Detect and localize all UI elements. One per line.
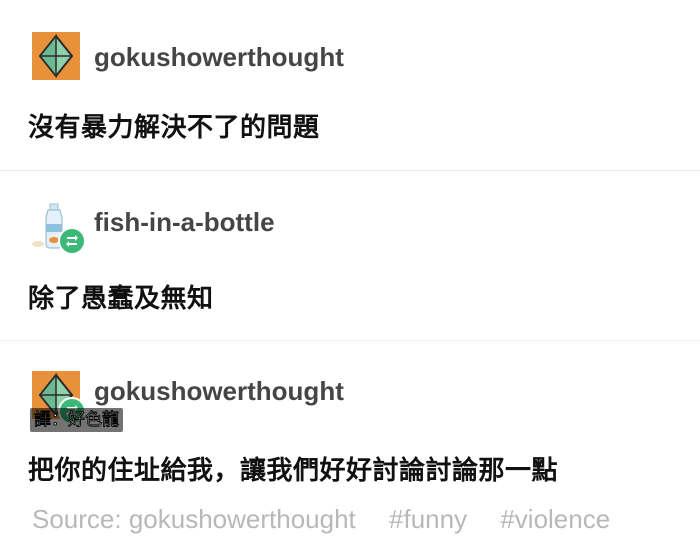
blog-avatar-diamond-icon[interactable] — [32, 32, 80, 80]
post-username[interactable]: gokushowerthought — [94, 42, 344, 73]
post-username[interactable]: fish-in-a-bottle — [94, 207, 275, 238]
post-footer: Source: gokushowerthought #funny #violen… — [32, 504, 636, 535]
post-1: gokushowerthought 沒有暴力解決不了的問題 — [0, 0, 700, 170]
tag-link[interactable]: #funny — [389, 504, 467, 534]
post-text: 沒有暴力解決不了的問題 — [28, 113, 320, 143]
source-link[interactable]: Source: gokushowerthought — [32, 504, 356, 534]
reblog-badge — [58, 227, 86, 255]
translator-watermark: 譯：好色龍 — [30, 408, 123, 432]
reblog-icon — [66, 235, 78, 247]
post-text: 把你的住址給我，讓我們好好討論討論那一點 — [28, 456, 559, 486]
post-username[interactable]: gokushowerthought — [94, 376, 344, 407]
post-text: 除了愚蠢及無知 — [28, 284, 214, 314]
post-2: fish-in-a-bottle 除了愚蠢及無知 — [0, 171, 700, 339]
tag-link[interactable]: #violence — [500, 504, 610, 534]
